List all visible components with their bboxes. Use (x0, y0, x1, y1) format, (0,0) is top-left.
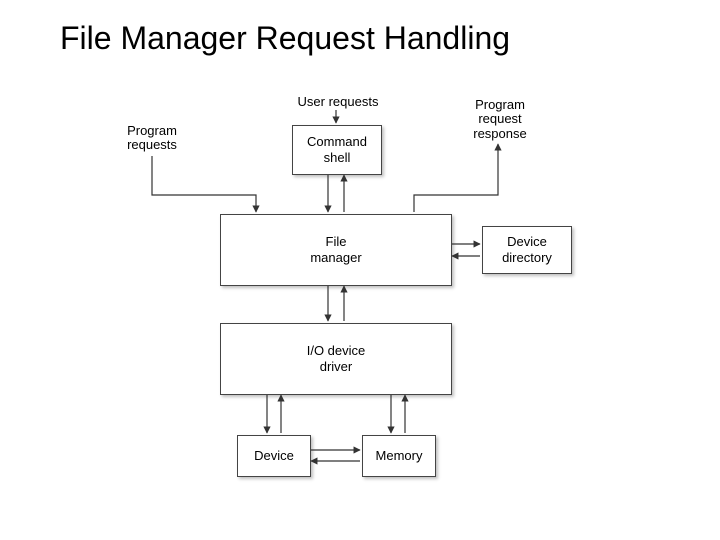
connectors (0, 0, 720, 540)
diagram: Programrequests User requests Programreq… (0, 0, 720, 540)
arrow-program-response-out (414, 144, 498, 212)
arrow-program-requests-in (152, 156, 256, 212)
